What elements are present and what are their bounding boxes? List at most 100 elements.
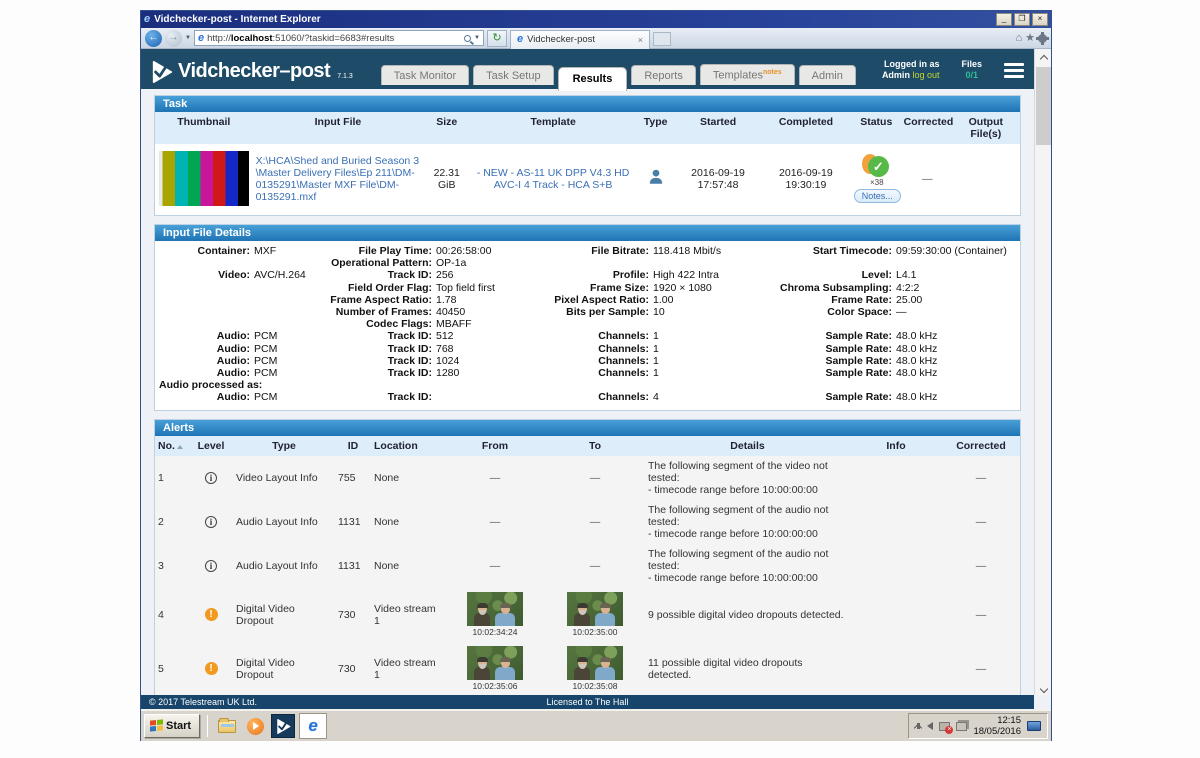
page-viewport: Vidchecker–post 7.1.3 Task MonitorTask S…: [141, 49, 1051, 709]
scroll-up-icon[interactable]: [1035, 49, 1051, 65]
url-text: http://localhost:51060/?taskid=6683#resu…: [207, 33, 394, 44]
status-passed-check-icon: ✓: [868, 156, 889, 177]
app-logo: Vidchecker–post 7.1.3: [151, 60, 353, 83]
system-tray: 12:1518/05/2016: [908, 713, 1048, 739]
minimize-button[interactable]: _: [996, 13, 1012, 26]
scrollbar-thumb[interactable]: [1036, 67, 1051, 145]
files-counter[interactable]: Files 0/1: [961, 59, 982, 81]
alert-row[interactable]: 2 i ! Audio Layout Info 1131 None: [155, 500, 1020, 544]
details-row: Audio processed as:: [159, 379, 1016, 391]
to-frame-thumbnail[interactable]: [567, 646, 623, 680]
from-frame-thumbnail[interactable]: [467, 646, 523, 680]
search-icon[interactable]: [464, 35, 471, 42]
alert-row[interactable]: 3 i ! Audio Layout Info 1131 None: [155, 544, 1020, 588]
alert-row[interactable]: 5 i ! Digital Video Dropout 730 Video st…: [155, 642, 1020, 695]
details-row: Video:AVC/H.264 Track ID:256 Profile:Hig…: [159, 269, 1016, 281]
to-frame-thumbnail[interactable]: [567, 592, 623, 626]
from-frame-thumbnail[interactable]: [467, 592, 523, 626]
warning-icon: !: [205, 608, 218, 621]
info-icon: i: [205, 472, 217, 484]
task-section: Task Thumbnail Input File Size Template …: [154, 95, 1021, 216]
restore-button[interactable]: ❐: [1014, 13, 1030, 26]
windows-flag-icon: [150, 719, 163, 732]
task-thumbnail-colorbars[interactable]: [159, 151, 249, 206]
details-row: Audio:PCM Track ID:1024 Channels:1 Sampl…: [159, 355, 1016, 367]
details-row: Audio:PCM Track ID:768 Channels:1 Sample…: [159, 343, 1016, 355]
file-explorer-button[interactable]: [215, 714, 239, 738]
task-corrected: —: [903, 170, 952, 188]
details-row: Field Order Flag:Top field first Frame S…: [159, 282, 1016, 294]
template-link[interactable]: - NEW - AS-11 UK DPP V4.3 HD AVC-I 4 Tra…: [473, 167, 633, 191]
app-tab[interactable]: Reports: [631, 65, 696, 85]
details-row: Codec Flags:MBAFF: [159, 318, 1016, 330]
scroll-down-icon[interactable]: [1035, 679, 1051, 695]
input-file-link[interactable]: X:\HCA\Shed and Buried Season 3 \Master …: [256, 155, 421, 203]
tab-close-icon[interactable]: ×: [638, 35, 643, 45]
menu-hamburger-icon[interactable]: [1004, 63, 1024, 78]
alert-row[interactable]: 1 i ! Video Layout Info 755 None: [155, 456, 1020, 500]
alerts-table-header: No. Level Type ID Location From To Detai…: [155, 436, 1020, 456]
from-timecode: 10:02:35:06: [467, 681, 523, 691]
details-row: Audio:PCM Track ID:1280 Channels:1 Sampl…: [159, 367, 1016, 379]
logout-link[interactable]: log out: [912, 70, 939, 80]
network-disconnected-icon[interactable]: [939, 722, 950, 731]
vidchecker-logo-icon: [151, 61, 173, 83]
info-icon: i: [205, 560, 217, 572]
app-tab[interactable]: Results: [558, 67, 628, 91]
start-button[interactable]: Start: [144, 714, 200, 738]
alerts-section-title: Alerts: [155, 420, 1020, 436]
vertical-scrollbar[interactable]: [1034, 49, 1051, 695]
app-tab[interactable]: Task Monitor: [381, 65, 469, 85]
details-row: Frame Aspect Ratio:1.78 Pixel Aspect Rat…: [159, 294, 1016, 306]
notes-button[interactable]: Notes...: [854, 189, 901, 203]
login-status: Logged in as Admin log out: [882, 59, 940, 81]
remote-screen: e Vidchecker-post - Internet Explorer _ …: [140, 10, 1052, 741]
app-tab[interactable]: Task Setup: [473, 65, 553, 85]
browser-chrome: ← → ▼ e http://localhost:51060/?taskid=6…: [141, 28, 1051, 49]
address-bar[interactable]: e http://localhost:51060/?taskid=6683#re…: [194, 30, 484, 46]
volume-icon[interactable]: [927, 722, 933, 730]
task-table-header: Thumbnail Input File Size Template Type …: [155, 112, 1020, 144]
license-text: Licensed to The Hall: [141, 697, 1034, 707]
favorites-star-icon[interactable]: ★: [1025, 33, 1035, 44]
details-grid: Container:MXF File Play Time:00:26:58:00…: [155, 241, 1020, 410]
app-tab[interactable]: Templatesnotes: [700, 64, 795, 85]
details-section-title: Input File Details: [155, 225, 1020, 241]
app-tab-bar: Task MonitorTask SetupResultsReportsTemp…: [381, 49, 856, 89]
task-section-title: Task: [155, 96, 1020, 112]
app-header: Vidchecker–post 7.1.3 Task MonitorTask S…: [141, 49, 1034, 89]
taskbar-clock[interactable]: 12:1518/05/2016: [973, 715, 1021, 737]
vidchecker-taskbar-icon: [276, 719, 291, 734]
details-row: Audio:PCM Track ID: Channels:4 Sample Ra…: [159, 391, 1016, 403]
browser-tab[interactable]: e Vidchecker-post ×: [510, 30, 650, 49]
history-dropdown-icon[interactable]: ▼: [185, 35, 191, 41]
home-icon[interactable]: ⌂: [1015, 33, 1022, 44]
new-tab-button[interactable]: [653, 32, 671, 46]
to-timecode: 10:02:35:08: [567, 681, 623, 691]
media-player-button[interactable]: [243, 714, 267, 738]
page-favicon: e: [198, 33, 204, 44]
task-started: 2016-09-19 17:57:48: [675, 164, 761, 194]
window-titlebar[interactable]: e Vidchecker-post - Internet Explorer _ …: [141, 11, 1051, 28]
page-content: Task Thumbnail Input File Size Template …: [141, 89, 1034, 695]
refresh-button[interactable]: ↻: [487, 30, 507, 47]
vidchecker-app-button[interactable]: [271, 714, 295, 738]
sort-asc-icon[interactable]: [177, 445, 183, 449]
task-row: X:\HCA\Shed and Buried Season 3 \Master …: [155, 144, 1020, 215]
back-button[interactable]: ←: [145, 30, 162, 47]
alert-row[interactable]: 4 i ! Digital Video Dropout 730 Video st…: [155, 588, 1020, 642]
settings-gear-icon[interactable]: [1038, 34, 1047, 43]
forward-button[interactable]: →: [165, 30, 182, 47]
app-version: 7.1.3: [337, 73, 353, 80]
internet-explorer-button[interactable]: e: [299, 713, 327, 739]
app-tab[interactable]: Admin: [799, 65, 856, 85]
close-button[interactable]: ×: [1032, 13, 1048, 26]
alerts-table-body: 1 i ! Video Layout Info 755 None: [155, 456, 1020, 695]
address-dropdown-icon[interactable]: ▼: [474, 35, 480, 41]
details-row: Operational Pattern:OP-1a: [159, 257, 1016, 269]
details-row: Number of Frames:40450 Bits per Sample:1…: [159, 306, 1016, 318]
show-desktop-icon[interactable]: [1027, 721, 1041, 731]
alerts-section: Alerts No. Level Type ID Location From T…: [154, 419, 1021, 695]
tab-title: Vidchecker-post: [527, 34, 595, 45]
windows-update-icon[interactable]: [956, 722, 967, 731]
